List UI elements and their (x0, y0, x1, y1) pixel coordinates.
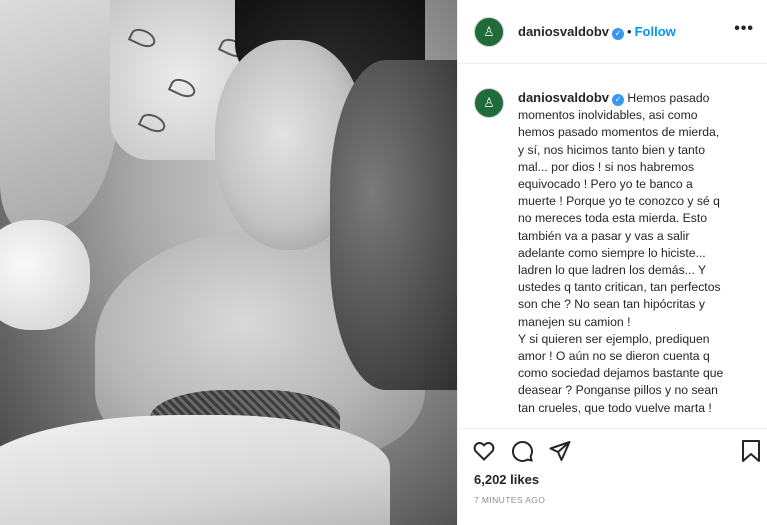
caption-area: ♙ daniosvaldobv ✓ Hemos pasado momentos i… (458, 76, 767, 426)
post-actions: 6,202 likes 7 MINUTES AGO (458, 428, 767, 525)
pillow-flower (167, 75, 199, 101)
paper-plane-icon[interactable] (548, 439, 572, 468)
avatar[interactable]: ♙ (474, 17, 504, 47)
photo-baby (0, 220, 90, 330)
post-side-panel: ♙ daniosvaldobv ✓ • Follow ••• ♙ daniosvald… (457, 0, 767, 525)
photo-arm (0, 0, 120, 230)
more-options-icon[interactable]: ••• (734, 20, 754, 38)
post-timestamp[interactable]: 7 MINUTES AGO (474, 495, 545, 505)
post-photo[interactable] (0, 0, 457, 525)
avatar-glyph: ♙ (483, 95, 495, 111)
verified-badge-icon: ✓ (612, 28, 625, 40)
separator-dot: • (627, 24, 632, 39)
photo-man (330, 60, 457, 390)
caption: daniosvaldobv ✓ Hemos pasado momentos ino… (518, 89, 754, 417)
likes-count[interactable]: 6,202 likes (474, 472, 539, 487)
comment-icon[interactable] (510, 439, 534, 468)
header-name-line: daniosvaldobv ✓ • Follow (518, 24, 676, 40)
pillow-flower (127, 25, 159, 51)
post-header: ♙ daniosvaldobv ✓ • Follow ••• (458, 0, 767, 64)
avatar-glyph: ♙ (483, 24, 495, 40)
follow-button[interactable]: Follow (635, 24, 676, 39)
pillow-flower (137, 110, 169, 136)
verified-badge-icon: ✓ (612, 94, 625, 106)
heart-icon[interactable] (472, 439, 496, 468)
photo-blanket (0, 415, 390, 525)
avatar[interactable]: ♙ (474, 88, 504, 118)
username-link[interactable]: daniosvaldobv (518, 24, 609, 39)
bookmark-icon[interactable] (740, 439, 762, 468)
caption-text: Hemos pasado momentos inolvidables, asi … (518, 91, 724, 415)
caption-username-link[interactable]: daniosvaldobv (518, 90, 609, 105)
